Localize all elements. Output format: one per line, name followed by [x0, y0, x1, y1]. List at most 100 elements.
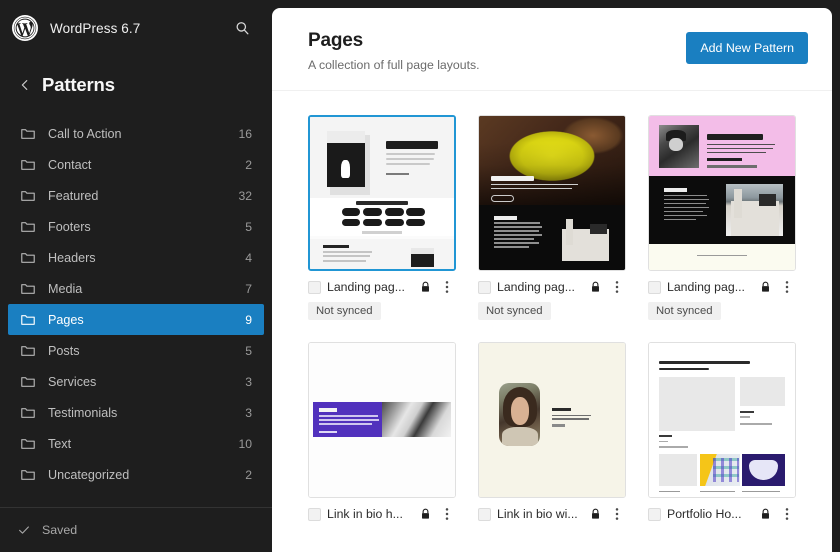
pattern-title[interactable]: Landing pag... — [497, 280, 582, 294]
pattern-card-meta: Link in bio h... — [308, 498, 456, 521]
app-title: WordPress 6.7 — [50, 21, 228, 36]
checkbox-unchecked-icon[interactable] — [648, 508, 661, 521]
sync-status-badge: Not synced — [648, 302, 721, 320]
sidebar-item-count: 3 — [245, 406, 252, 420]
sidebar-item-label: Posts — [48, 344, 245, 358]
sync-status-badge: Not synced — [478, 302, 551, 320]
sidebar-item-label: Testimonials — [48, 406, 245, 420]
chevron-left-icon[interactable] — [14, 74, 36, 96]
wordpress-logo-icon[interactable] — [12, 15, 38, 41]
folder-icon — [18, 310, 38, 330]
pattern-title[interactable]: Link in bio wi... — [497, 507, 582, 521]
folder-icon — [18, 341, 38, 361]
folder-icon — [18, 465, 38, 485]
lock-icon — [758, 508, 772, 520]
sidebar: WordPress 6.7 Patterns Call to — [0, 0, 272, 552]
pattern-thumbnail-landing-page-2[interactable] — [478, 115, 626, 271]
sidebar-item-label: Headers — [48, 251, 245, 265]
pattern-thumbnail-link-in-bio-with-image[interactable] — [478, 342, 626, 498]
sidebar-item-text[interactable]: Text 10 — [8, 428, 264, 459]
pattern-card: Landing pag... — [648, 115, 796, 320]
save-status-bar[interactable]: Saved — [0, 507, 272, 552]
sidebar-section-title: Patterns — [42, 74, 115, 96]
pattern-preview — [649, 343, 795, 497]
folder-icon — [18, 372, 38, 392]
sidebar-item-media[interactable]: Media 7 — [8, 273, 264, 304]
sidebar-topbar: WordPress 6.7 — [0, 0, 272, 56]
sidebar-item-count: 10 — [238, 437, 252, 451]
save-status-label: Saved — [42, 523, 77, 537]
checkbox-unchecked-icon[interactable] — [308, 508, 321, 521]
sidebar-item-count: 2 — [245, 158, 252, 172]
patterns-grid: Landing pag... — [308, 115, 796, 521]
folder-icon — [18, 217, 38, 237]
more-vertical-icon[interactable] — [778, 507, 796, 521]
sidebar-item-featured[interactable]: Featured 32 — [8, 180, 264, 211]
sidebar-item-count: 3 — [245, 375, 252, 389]
pattern-preview — [479, 343, 625, 497]
page-header: Pages A collection of full page layouts.… — [272, 8, 832, 91]
sidebar-item-services[interactable]: Services 3 — [8, 366, 264, 397]
checkbox-unchecked-icon[interactable] — [648, 281, 661, 294]
lock-icon — [588, 508, 602, 520]
more-vertical-icon[interactable] — [778, 280, 796, 294]
pattern-preview — [479, 116, 625, 270]
more-vertical-icon[interactable] — [608, 507, 626, 521]
lock-icon — [418, 508, 432, 520]
sidebar-item-testimonials[interactable]: Testimonials 3 — [8, 397, 264, 428]
sidebar-item-label: Contact — [48, 158, 245, 172]
more-vertical-icon[interactable] — [438, 507, 456, 521]
checkbox-unchecked-icon[interactable] — [478, 508, 491, 521]
pattern-preview — [649, 116, 795, 270]
pattern-card: Portfolio Ho... — [648, 342, 796, 521]
pattern-card-meta: Portfolio Ho... — [648, 498, 796, 521]
sidebar-item-count: 5 — [245, 220, 252, 234]
pattern-title[interactable]: Link in bio h... — [327, 507, 412, 521]
sidebar-item-headers[interactable]: Headers 4 — [8, 242, 264, 273]
sidebar-item-label: Featured — [48, 189, 238, 203]
sidebar-item-count: 16 — [238, 127, 252, 141]
lock-icon — [588, 281, 602, 293]
page-title: Pages — [308, 30, 686, 52]
check-icon — [16, 522, 32, 538]
wordpress-site-editor: WordPress 6.7 Patterns Call to — [0, 0, 840, 552]
sidebar-item-label: Footers — [48, 220, 245, 234]
sidebar-item-label: Text — [48, 437, 238, 451]
more-vertical-icon[interactable] — [438, 280, 456, 294]
sidebar-category-list: Call to Action 16 Contact 2 Featured 32 — [0, 112, 272, 507]
sidebar-item-count: 2 — [245, 468, 252, 482]
sidebar-item-uncategorized[interactable]: Uncategorized 2 — [8, 459, 264, 490]
page-header-text: Pages A collection of full page layouts. — [308, 30, 686, 72]
sidebar-item-footers[interactable]: Footers 5 — [8, 211, 264, 242]
folder-icon — [18, 248, 38, 268]
page-subtitle: A collection of full page layouts. — [308, 58, 686, 72]
sidebar-item-posts[interactable]: Posts 5 — [8, 335, 264, 366]
main-panel: Pages A collection of full page layouts.… — [272, 8, 832, 552]
pattern-title[interactable]: Portfolio Ho... — [667, 507, 752, 521]
search-icon[interactable] — [228, 14, 256, 42]
patterns-grid-scroll[interactable]: Landing pag... — [272, 91, 832, 552]
pattern-thumbnail-landing-page-1[interactable] — [308, 115, 456, 271]
pattern-card: Link in bio wi... — [478, 342, 626, 521]
pattern-title[interactable]: Landing pag... — [327, 280, 412, 294]
sidebar-item-contact[interactable]: Contact 2 — [8, 149, 264, 180]
checkbox-unchecked-icon[interactable] — [308, 281, 321, 294]
sidebar-item-label: Call to Action — [48, 127, 238, 141]
sidebar-item-pages[interactable]: Pages 9 — [8, 304, 264, 335]
pattern-thumbnail-link-in-bio-hero[interactable] — [308, 342, 456, 498]
pattern-thumbnail-landing-page-3[interactable] — [648, 115, 796, 271]
pattern-card-meta: Link in bio wi... — [478, 498, 626, 521]
sidebar-item-call-to-action[interactable]: Call to Action 16 — [8, 118, 264, 149]
lock-icon — [758, 281, 772, 293]
checkbox-unchecked-icon[interactable] — [478, 281, 491, 294]
folder-icon — [18, 155, 38, 175]
sidebar-item-count: 9 — [245, 313, 252, 327]
sidebar-item-count: 32 — [238, 189, 252, 203]
sync-status-badge: Not synced — [308, 302, 381, 320]
pattern-thumbnail-portfolio-home[interactable] — [648, 342, 796, 498]
pattern-title[interactable]: Landing pag... — [667, 280, 752, 294]
sidebar-section-header: Patterns — [0, 56, 272, 112]
more-vertical-icon[interactable] — [608, 280, 626, 294]
add-new-pattern-button[interactable]: Add New Pattern — [686, 32, 808, 64]
folder-icon — [18, 434, 38, 454]
